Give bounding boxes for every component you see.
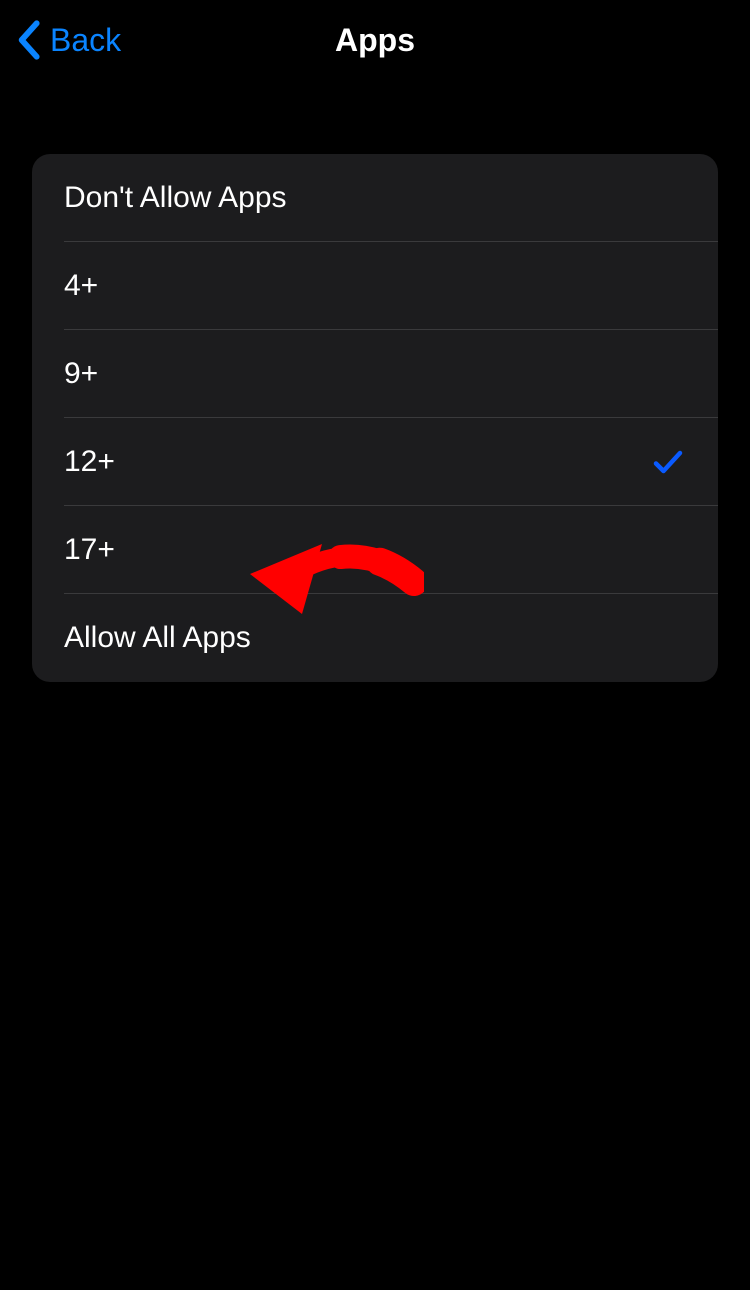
navigation-header: Back Apps [0,0,750,80]
option-allow-all-apps[interactable]: Allow All Apps [32,594,718,682]
option-dont-allow-apps[interactable]: Don't Allow Apps [32,154,718,242]
checkmark-icon [650,444,686,480]
option-label: 9+ [64,357,98,391]
back-button[interactable]: Back [16,20,121,60]
back-button-label: Back [50,22,121,59]
chevron-left-icon [16,20,44,60]
option-label: Allow All Apps [64,621,251,655]
option-label: 17+ [64,533,115,567]
apps-rating-group: Don't Allow Apps 4+ 9+ 12+ 17+ Allow All… [32,154,718,682]
page-title: Apps [335,22,415,59]
option-label: 4+ [64,269,98,303]
option-4plus[interactable]: 4+ [32,242,718,330]
option-label: 12+ [64,445,115,479]
option-12plus[interactable]: 12+ [32,418,718,506]
option-label: Don't Allow Apps [64,181,287,215]
option-9plus[interactable]: 9+ [32,330,718,418]
option-17plus[interactable]: 17+ [32,506,718,594]
